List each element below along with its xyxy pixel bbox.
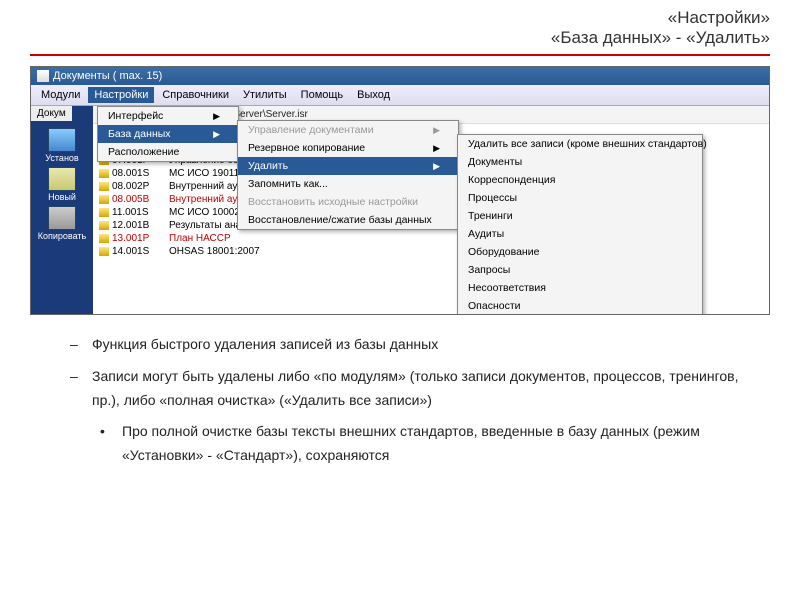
submenu-arrow-icon: ▶ [213, 129, 220, 140]
doc-icon [99, 234, 109, 243]
doc-icon [99, 208, 109, 217]
menu-item[interactable]: Удалить▶ [238, 157, 458, 175]
menu-Модули[interactable]: Модули [35, 87, 86, 103]
sidebar-tab[interactable]: Докум [31, 106, 72, 121]
menu-item[interactable]: Несоответствия [458, 279, 702, 297]
menu-Выход[interactable]: Выход [351, 87, 396, 103]
menu-item[interactable]: Управление документами▶ [238, 121, 458, 139]
sidebar-icon [48, 167, 76, 191]
menu-item[interactable]: Расположение [98, 143, 238, 161]
sidebar-icon [48, 128, 76, 152]
slide-header: «Настройки» «База данных» - «Удалить» [0, 0, 800, 52]
window-titlebar: Документы ( max. 15) [31, 67, 769, 85]
submenu-arrow-icon: ▶ [213, 111, 220, 122]
app-screenshot: Документы ( max. 15) МодулиНастройкиСпра… [30, 66, 770, 315]
menu-Утилиты[interactable]: Утилиты [237, 87, 293, 103]
menu-item[interactable]: Запросы [458, 261, 702, 279]
header-line-2: «База данных» - «Удалить» [30, 28, 770, 48]
menu-Справочники[interactable]: Справочники [156, 87, 235, 103]
bullet-3: Про полной очистке базы тексты внешних с… [100, 420, 750, 468]
sidebar-Новый[interactable]: Новый [35, 165, 89, 204]
menu-item[interactable]: Резервное копирование▶ [238, 139, 458, 157]
menu-item[interactable]: Документы [458, 153, 702, 171]
settings-menu[interactable]: Интерфейс▶База данных▶Расположение [97, 106, 239, 162]
doc-icon [99, 182, 109, 191]
header-rule [30, 54, 770, 56]
window-icon [37, 70, 49, 82]
doc-icon [99, 247, 109, 256]
bullet-2: Записи могут быть удалены либо «по модул… [70, 365, 750, 413]
doc-icon [99, 221, 109, 230]
sidebar-Установ[interactable]: Установ [35, 126, 89, 165]
menu-item[interactable]: Восстановление/сжатие базы данных [238, 211, 458, 229]
menu-item[interactable]: Опасности [458, 297, 702, 314]
menu-item[interactable]: Оборудование [458, 243, 702, 261]
menu-item[interactable]: Удалить все записи (кроме внешних станда… [458, 135, 702, 153]
sidebar-icon [48, 206, 76, 230]
menu-Помощь[interactable]: Помощь [295, 87, 350, 103]
delete-submenu[interactable]: Удалить все записи (кроме внешних станда… [457, 134, 703, 314]
menu-item[interactable]: Процессы [458, 189, 702, 207]
sidebar-Копировать[interactable]: Копировать [35, 204, 89, 243]
submenu-arrow-icon: ▶ [433, 161, 440, 172]
menu-item[interactable]: База данных▶ [98, 125, 238, 143]
menu-item[interactable]: Корреспонденция [458, 171, 702, 189]
menu-item[interactable]: Аудиты [458, 225, 702, 243]
menu-item[interactable]: Запомнить как... [238, 175, 458, 193]
database-submenu[interactable]: Управление документами▶Резервное копиров… [237, 120, 459, 230]
sidebar: Докум УстановНовыйКопировать [31, 106, 93, 314]
submenu-arrow-icon: ▶ [433, 143, 440, 154]
main-area: C:\Program Files\Isoratnik\Server\Server… [93, 106, 769, 314]
description-bullets: Функция быстрого удаления записей из баз… [70, 333, 750, 468]
menu-item[interactable]: Восстановить исходные настройки [238, 193, 458, 211]
window-title: Документы ( max. 15) [53, 70, 162, 82]
menubar[interactable]: МодулиНастройкиСправочникиУтилитыПомощьВ… [31, 85, 769, 106]
menu-item[interactable]: Тренинги [458, 207, 702, 225]
doc-icon [99, 195, 109, 204]
doc-icon [99, 169, 109, 178]
bullet-1: Функция быстрого удаления записей из баз… [70, 333, 750, 357]
header-line-1: «Настройки» [30, 8, 770, 28]
menu-item[interactable]: Интерфейс▶ [98, 107, 238, 125]
menu-Настройки[interactable]: Настройки [88, 87, 154, 103]
submenu-arrow-icon: ▶ [433, 125, 440, 136]
